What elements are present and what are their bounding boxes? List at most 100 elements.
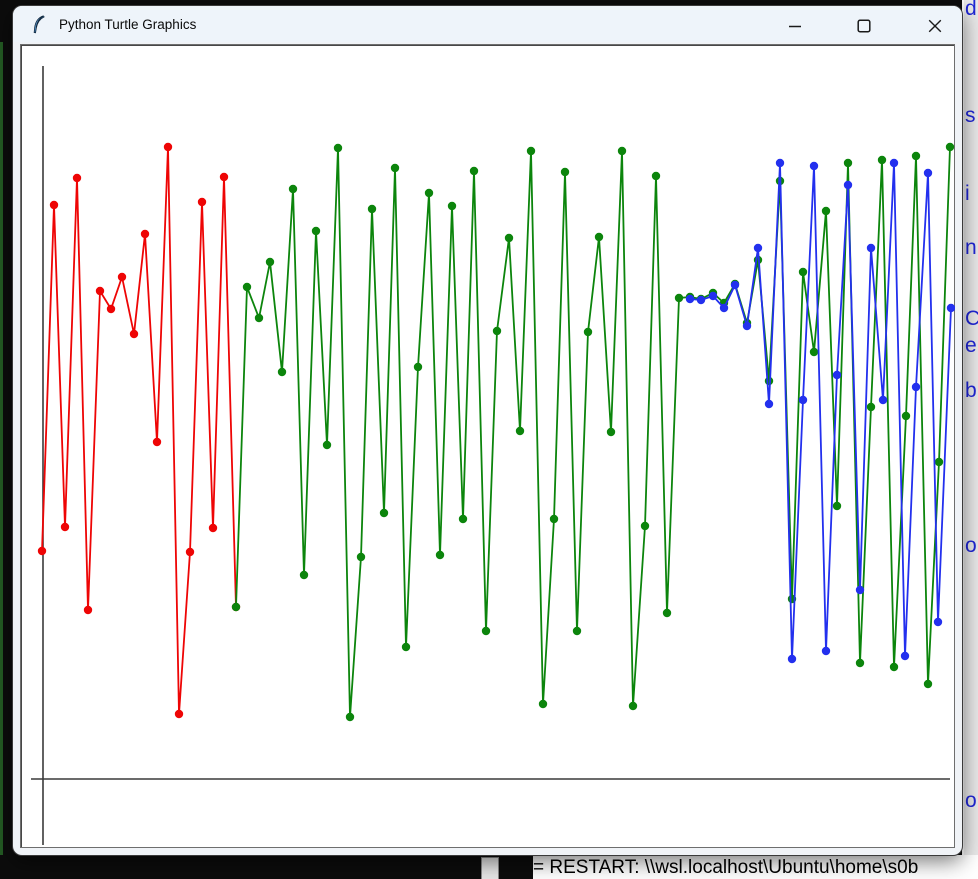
data-point xyxy=(844,159,852,167)
data-point xyxy=(448,202,456,210)
data-point xyxy=(709,292,717,300)
data-point xyxy=(822,207,830,215)
data-point xyxy=(584,328,592,336)
data-point xyxy=(550,515,558,523)
data-point xyxy=(867,244,875,252)
data-point xyxy=(391,164,399,172)
data-point xyxy=(482,627,490,635)
data-point xyxy=(232,603,240,611)
data-point xyxy=(186,548,194,556)
maximize-button[interactable] xyxy=(855,17,873,35)
turtle-graphics-window: Python Turtle Graphics xyxy=(13,6,962,855)
idle-shell-bottom-strip: = RESTART: \\wsl.localhost\Ubuntu\home\s… xyxy=(0,855,978,879)
series-blue xyxy=(686,159,955,663)
series-red xyxy=(38,143,240,718)
idle-shell-scrollbar-end[interactable] xyxy=(481,857,499,879)
data-point xyxy=(539,700,547,708)
data-point xyxy=(765,400,773,408)
data-point xyxy=(84,606,92,614)
data-point xyxy=(731,281,739,289)
code-fragment: s xyxy=(965,103,976,129)
code-fragment: b xyxy=(965,378,977,404)
data-point xyxy=(141,230,149,238)
data-point xyxy=(799,268,807,276)
data-point xyxy=(833,502,841,510)
code-fragment: o xyxy=(965,533,977,559)
data-point xyxy=(799,396,807,404)
data-point xyxy=(912,152,920,160)
background-window-left-sliver xyxy=(0,42,3,857)
data-point xyxy=(765,377,773,385)
code-fragment: o xyxy=(965,788,977,814)
titlebar[interactable]: Python Turtle Graphics xyxy=(13,6,962,42)
turtle-canvas[interactable] xyxy=(20,44,955,848)
background-window-right-edge: dsinCeboo xyxy=(962,0,978,857)
data-point xyxy=(776,159,784,167)
data-point xyxy=(686,295,694,303)
data-point xyxy=(266,258,274,266)
data-point xyxy=(946,143,954,151)
data-point xyxy=(209,524,217,532)
code-fragment: n xyxy=(965,235,977,261)
data-point xyxy=(856,659,864,667)
data-point xyxy=(890,159,898,167)
data-point xyxy=(243,283,251,291)
data-point xyxy=(425,189,433,197)
data-point xyxy=(346,713,354,721)
data-point xyxy=(527,147,535,155)
data-point xyxy=(561,168,569,176)
data-point xyxy=(879,396,887,404)
data-point xyxy=(516,427,524,435)
data-point xyxy=(788,655,796,663)
data-point xyxy=(96,287,104,295)
data-point xyxy=(153,438,161,446)
data-point xyxy=(697,296,705,304)
data-point xyxy=(867,403,875,411)
series-line xyxy=(236,147,950,717)
data-point xyxy=(459,515,467,523)
data-point xyxy=(641,522,649,530)
data-point xyxy=(493,327,501,335)
data-point xyxy=(902,412,910,420)
data-point xyxy=(663,609,671,617)
data-point xyxy=(844,181,852,189)
data-point xyxy=(175,710,183,718)
data-point xyxy=(300,571,308,579)
data-point xyxy=(368,205,376,213)
data-point xyxy=(107,305,115,313)
data-point xyxy=(901,652,909,660)
close-icon xyxy=(926,17,944,35)
data-point xyxy=(505,234,513,242)
data-point xyxy=(878,156,886,164)
data-point xyxy=(470,167,478,175)
data-point xyxy=(629,702,637,710)
data-point xyxy=(856,586,864,594)
data-point xyxy=(220,173,228,181)
data-point xyxy=(380,509,388,517)
desktop-background: dsinCeboo = RESTART: \\wsl.localhost\Ubu… xyxy=(0,0,978,879)
turtle-canvas-svg xyxy=(20,44,955,848)
data-point xyxy=(357,553,365,561)
idle-shell-restart-text: = RESTART: \\wsl.localhost\Ubuntu\home\s… xyxy=(533,855,978,879)
series-line xyxy=(690,163,951,659)
data-point xyxy=(743,322,751,330)
code-fragment: e xyxy=(965,333,977,359)
data-point xyxy=(675,294,683,302)
minimize-icon xyxy=(786,17,804,35)
data-point xyxy=(278,368,286,376)
close-button[interactable] xyxy=(926,17,944,35)
data-point xyxy=(618,147,626,155)
data-point xyxy=(118,273,126,281)
code-fragment: d xyxy=(965,0,977,22)
python-feather-icon xyxy=(30,15,48,34)
idle-shell-text-area[interactable]: = RESTART: \\wsl.localhost\Ubuntu\home\s… xyxy=(533,855,978,879)
series-line xyxy=(42,147,236,714)
data-point xyxy=(61,523,69,531)
data-point xyxy=(822,647,830,655)
data-point xyxy=(833,371,841,379)
data-point xyxy=(607,428,615,436)
minimize-button[interactable] xyxy=(786,17,804,35)
data-point xyxy=(810,162,818,170)
data-point xyxy=(73,174,81,182)
data-point xyxy=(934,618,942,626)
